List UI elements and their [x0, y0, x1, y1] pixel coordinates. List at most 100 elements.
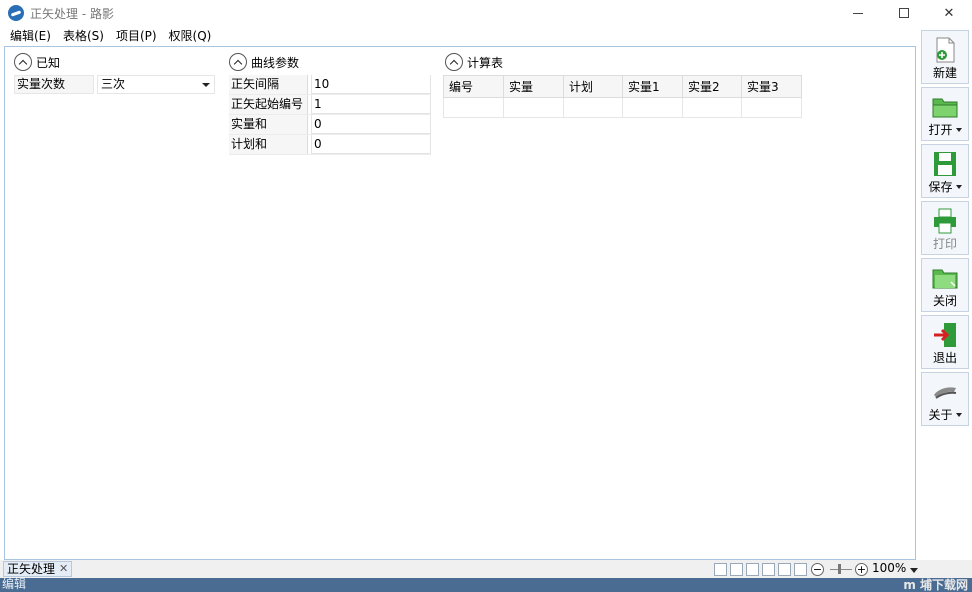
watermark: m 埔下载网	[903, 578, 968, 592]
measure-count-label: 实量次数	[14, 75, 94, 94]
known-collapse-button[interactable]	[14, 53, 32, 71]
printer-icon	[931, 208, 959, 234]
zoom-out-button[interactable]: −	[811, 563, 824, 576]
floppy-disk-icon	[931, 151, 959, 177]
view-mode-1-button[interactable]	[746, 563, 759, 576]
curve-params-collapse-button[interactable]	[229, 53, 247, 71]
minimize-icon	[853, 12, 863, 14]
minimize-button[interactable]	[835, 0, 881, 26]
exit-door-icon	[931, 322, 959, 348]
param-label: 正矢间隔	[229, 75, 308, 94]
view-mode-2-button[interactable]	[762, 563, 775, 576]
chevron-down-icon	[955, 413, 962, 417]
param-value-field[interactable]: 0	[311, 115, 431, 134]
measure-count-value: 三次	[101, 77, 126, 91]
param-value-field[interactable]: 1	[311, 95, 431, 114]
column-header[interactable]: 实量1	[622, 75, 683, 98]
main-panel: 已知 实量次数 三次 曲线参数 正矢间隔 10 正矢起始编号 1 实量和 0 计…	[4, 46, 916, 560]
view-mode-4-button[interactable]	[794, 563, 807, 576]
zoom-slider[interactable]	[830, 569, 852, 570]
zoom-in-button[interactable]: +	[855, 563, 868, 576]
calc-table: 编号 实量 计划 实量1 实量2 实量3	[443, 75, 802, 118]
menu-bar: 编辑(E) 表格(S) 项目(P) 权限(Q)	[0, 27, 972, 45]
zoom-slider-handle[interactable]	[838, 564, 841, 574]
chevron-down-icon	[955, 185, 962, 189]
save-label: 保存	[928, 180, 953, 194]
param-value-field[interactable]: 10	[311, 75, 431, 94]
chevron-up-icon	[449, 59, 459, 69]
known-field-row: 实量次数 三次	[14, 75, 215, 94]
table-cell[interactable]	[443, 97, 504, 118]
new-label: 新建	[932, 66, 957, 80]
window-title: 正矢处理 - 路影	[30, 7, 114, 21]
view-mode-3-button[interactable]	[778, 563, 791, 576]
zoom-dropdown-icon[interactable]	[910, 568, 918, 573]
param-label: 计划和	[229, 135, 308, 154]
table-cell[interactable]	[503, 97, 564, 118]
maximize-icon	[899, 8, 909, 18]
app-logo-icon	[8, 5, 24, 21]
calc-table-collapse-button[interactable]	[445, 53, 463, 71]
bottom-status-bar: 编辑 m 埔下载网	[0, 577, 972, 592]
folder-close-icon	[931, 265, 959, 291]
curve-params-grid: 正矢间隔 10 正矢起始编号 1 实量和 0 计划和 0	[229, 75, 431, 155]
column-header[interactable]: 实量	[503, 75, 564, 98]
calc-table-title: 计算表	[467, 55, 504, 70]
param-row: 正矢间隔 10	[229, 75, 431, 95]
param-label: 实量和	[229, 115, 308, 134]
chevron-up-icon	[233, 59, 243, 69]
column-header[interactable]: 实量3	[741, 75, 802, 98]
tab-close-icon[interactable]: ✕	[59, 562, 68, 576]
open-label: 打开	[928, 123, 953, 137]
column-header[interactable]: 实量2	[682, 75, 742, 98]
new-button[interactable]: 新建	[921, 30, 969, 84]
about-button[interactable]: 关于	[921, 372, 969, 426]
curve-params-header: 曲线参数	[229, 53, 299, 71]
menu-sheet[interactable]: 表格(S)	[57, 27, 110, 45]
column-header[interactable]: 编号	[443, 75, 504, 98]
close-window-button[interactable]: ✕	[926, 0, 972, 26]
maximize-button[interactable]	[881, 0, 927, 26]
table-cell[interactable]	[682, 97, 742, 118]
column-header[interactable]: 计划	[563, 75, 623, 98]
zoom-level: 100%	[872, 561, 907, 575]
param-label: 正矢起始编号	[229, 95, 308, 114]
menu-permission[interactable]: 权限(Q)	[163, 27, 218, 45]
close-file-button[interactable]: 关闭	[921, 258, 969, 312]
calc-table-header: 计算表	[445, 53, 503, 71]
print-label: 打印	[932, 237, 957, 251]
close-icon: ✕	[943, 5, 955, 21]
table-row	[443, 97, 802, 118]
status-bar: 正矢处理 ✕ − + 100%	[0, 560, 972, 578]
table-header-row: 编号 实量 计划 实量1 实量2 实量3	[443, 75, 802, 98]
close-file-label: 关闭	[932, 294, 957, 308]
exit-button[interactable]: 退出	[921, 315, 969, 369]
next-page-button[interactable]	[730, 563, 743, 576]
param-row: 正矢起始编号 1	[229, 95, 431, 115]
title-bar: 正矢处理 - 路影 ✕	[0, 0, 972, 26]
about-icon	[931, 379, 959, 405]
chevron-down-icon	[955, 128, 962, 132]
known-section-title: 已知	[36, 55, 61, 70]
table-cell[interactable]	[622, 97, 683, 118]
document-tab[interactable]: 正矢处理 ✕	[3, 561, 73, 577]
folder-open-icon	[931, 94, 959, 120]
prev-page-button[interactable]	[714, 563, 727, 576]
table-cell[interactable]	[741, 97, 802, 118]
chevron-up-icon	[18, 59, 28, 69]
table-cell[interactable]	[563, 97, 623, 118]
measure-count-select[interactable]: 三次	[97, 75, 215, 94]
open-button[interactable]: 打开	[921, 87, 969, 141]
about-label: 关于	[928, 408, 953, 422]
menu-edit[interactable]: 编辑(E)	[4, 27, 57, 45]
mode-indicator: 编辑	[2, 577, 27, 591]
param-value-field[interactable]: 0	[311, 135, 431, 154]
print-button[interactable]: 打印	[921, 201, 969, 255]
menu-project[interactable]: 项目(P)	[110, 27, 163, 45]
known-section-header: 已知	[14, 53, 60, 71]
save-button[interactable]: 保存	[921, 144, 969, 198]
document-tab-label: 正矢处理	[7, 562, 56, 576]
param-row: 实量和 0	[229, 115, 431, 135]
param-row: 计划和 0	[229, 135, 431, 155]
chevron-down-icon	[202, 83, 210, 87]
